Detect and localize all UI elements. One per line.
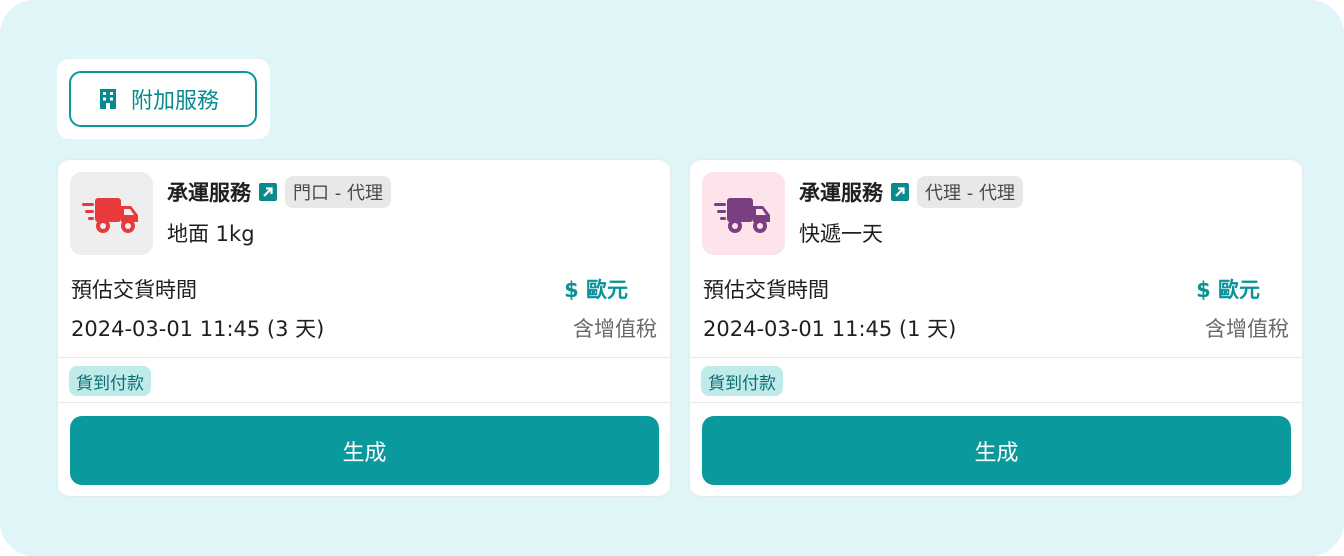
divider: [58, 357, 670, 358]
vat-note: 含增值稅: [573, 317, 657, 341]
additional-services-label: 附加服務: [131, 89, 220, 114]
divider: [690, 357, 1302, 358]
carrier-service-card: 承運服務 代理 - 代理 快遞一天 預估交貨時間 2024-03-01 11:4…: [689, 159, 1303, 497]
price-currency: $ 歐元: [1196, 278, 1260, 302]
additional-services-button[interactable]: 附加服務: [69, 71, 257, 127]
carrier-service-card: 承運服務 門口 - 代理 地面 1kg 預估交貨時間 2024-03-01 11…: [57, 159, 671, 497]
carrier-icon-tile: [702, 172, 785, 255]
eta-value: 2024-03-01 11:45 (1 天): [703, 317, 957, 341]
card-title-row: 承運服務 代理 - 代理: [799, 176, 1023, 208]
route-chip: 代理 - 代理: [917, 176, 1023, 208]
eta-value: 2024-03-01 11:45 (3 天): [71, 317, 325, 341]
generate-button[interactable]: 生成: [70, 416, 659, 485]
vat-note: 含增值稅: [1205, 317, 1289, 341]
carrier-icon-tile: [70, 172, 153, 255]
generate-button[interactable]: 生成: [702, 416, 1291, 485]
additional-services-tab-container: 附加服務: [57, 59, 270, 139]
eta-label: 預估交貨時間: [71, 278, 197, 302]
carrier-service-title: 承運服務: [167, 181, 251, 205]
service-name: 快遞一天: [799, 222, 883, 246]
eta-label: 預估交貨時間: [703, 278, 829, 302]
price-currency: $ 歐元: [564, 278, 628, 302]
carrier-service-title: 承運服務: [799, 181, 883, 205]
external-link-icon[interactable]: [891, 183, 909, 201]
building-icon: [100, 89, 116, 109]
delivery-truck-icon: [713, 197, 770, 233]
payment-badge: 貨到付款: [69, 366, 151, 396]
card-title-row: 承運服務 門口 - 代理: [167, 176, 391, 208]
divider: [58, 402, 670, 403]
route-chip: 門口 - 代理: [285, 176, 391, 208]
external-link-icon[interactable]: [259, 183, 277, 201]
shipping-options-panel: 附加服務 承運服務 門口 - 代理 地面 1kg 預估交貨時間 2024-03-…: [0, 0, 1344, 556]
delivery-truck-icon: [81, 197, 138, 233]
divider: [690, 402, 1302, 403]
service-name: 地面 1kg: [167, 222, 255, 246]
payment-badge: 貨到付款: [701, 366, 783, 396]
